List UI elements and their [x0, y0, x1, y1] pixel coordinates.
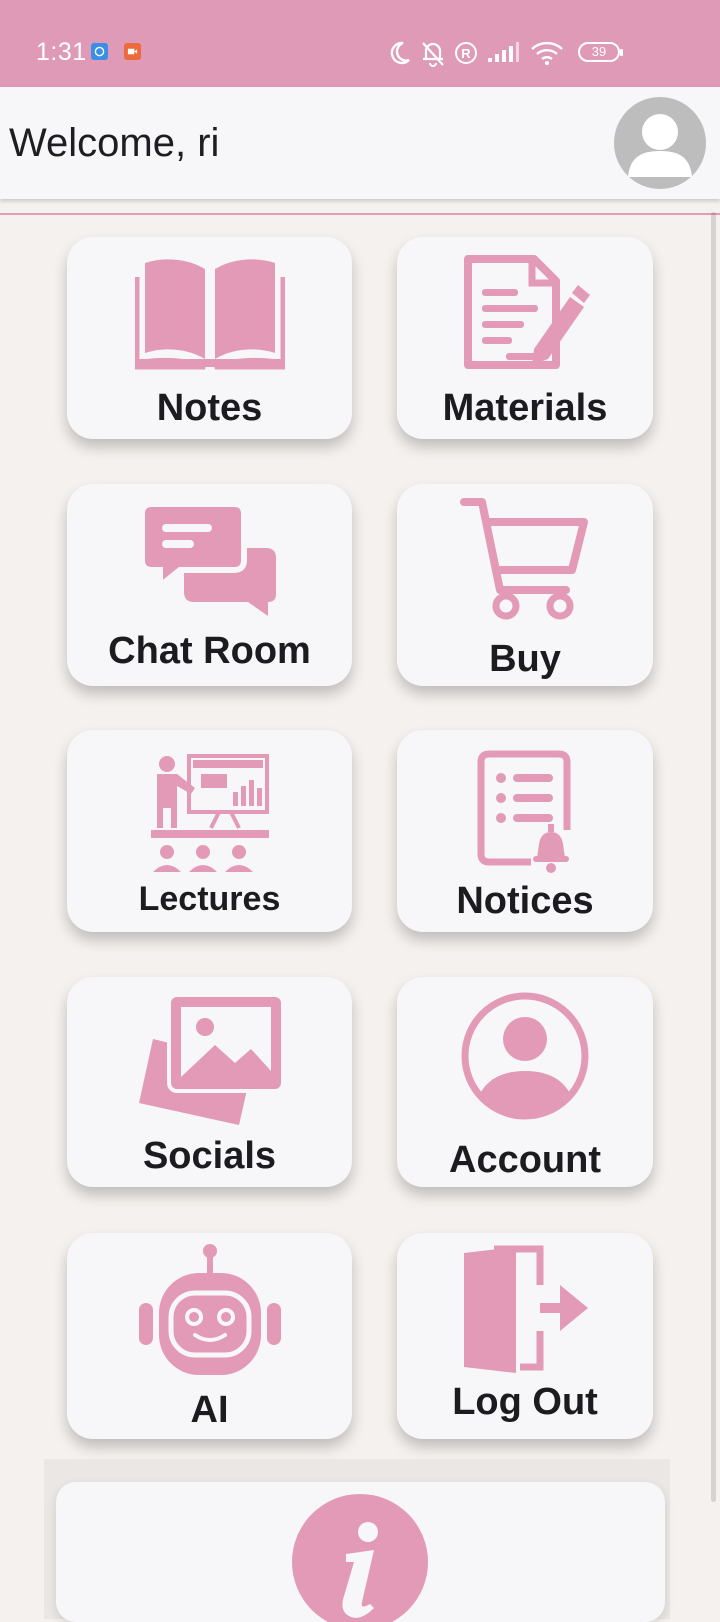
exit-door-icon	[464, 1245, 588, 1373]
info-card[interactable]	[56, 1482, 665, 1622]
battery-icon: 39	[578, 42, 623, 62]
lecture-presentation-icon	[150, 754, 269, 872]
welcome-text: Welcome, ri	[9, 121, 220, 165]
robot-icon	[138, 1244, 281, 1375]
account-circle-icon	[461, 992, 589, 1120]
ai-label: AI	[190, 1389, 229, 1431]
app-header: Welcome, ri	[0, 87, 720, 199]
scrollbar[interactable]	[711, 212, 716, 1502]
buy-label: Buy	[489, 638, 561, 680]
chat-room-tile[interactable]: Chat Room	[67, 484, 352, 686]
person-avatar-icon[interactable]	[614, 97, 706, 189]
chat-bubbles-icon	[141, 502, 276, 616]
svg-text:R: R	[461, 46, 471, 61]
registered-icon: R	[455, 42, 477, 64]
photo-gallery-icon	[138, 993, 285, 1125]
shopping-cart-icon	[460, 498, 588, 620]
chat-room-label: Chat Room	[108, 630, 311, 672]
wifi-icon	[531, 41, 563, 65]
socials-label: Socials	[142, 1135, 277, 1177]
lectures-label: Lectures	[138, 880, 281, 918]
ai-tile[interactable]: AI	[67, 1233, 352, 1439]
battery-level: 39	[591, 44, 607, 59]
messenger-notification-icon	[91, 43, 108, 60]
materials-label: Materials	[442, 387, 608, 429]
buy-tile[interactable]: Buy	[397, 484, 653, 686]
notes-tile[interactable]: Notes	[67, 237, 352, 439]
materials-tile[interactable]: Materials	[397, 237, 653, 439]
notices-label: Notices	[456, 880, 594, 922]
info-icon	[292, 1494, 428, 1622]
log-out-label: Log Out	[452, 1381, 598, 1423]
notices-tile[interactable]: Notices	[397, 730, 653, 932]
header-divider	[0, 213, 720, 215]
status-time: 1:31	[36, 38, 87, 66]
log-out-tile[interactable]: Log Out	[397, 1233, 653, 1439]
account-tile[interactable]: Account	[397, 977, 653, 1187]
lectures-tile[interactable]: Lectures	[67, 730, 352, 932]
notice-list-bell-icon	[477, 750, 571, 873]
document-pen-icon	[464, 255, 590, 369]
signal-icon	[488, 42, 519, 62]
status-bar: 1:31 R 39	[0, 0, 720, 87]
open-book-icon	[134, 259, 285, 370]
account-label: Account	[449, 1139, 601, 1181]
moon-icon	[390, 41, 410, 65]
socials-tile[interactable]: Socials	[67, 977, 352, 1187]
notes-label: Notes	[156, 387, 263, 429]
bell-off-icon	[422, 42, 444, 67]
video-notification-icon	[124, 43, 141, 60]
